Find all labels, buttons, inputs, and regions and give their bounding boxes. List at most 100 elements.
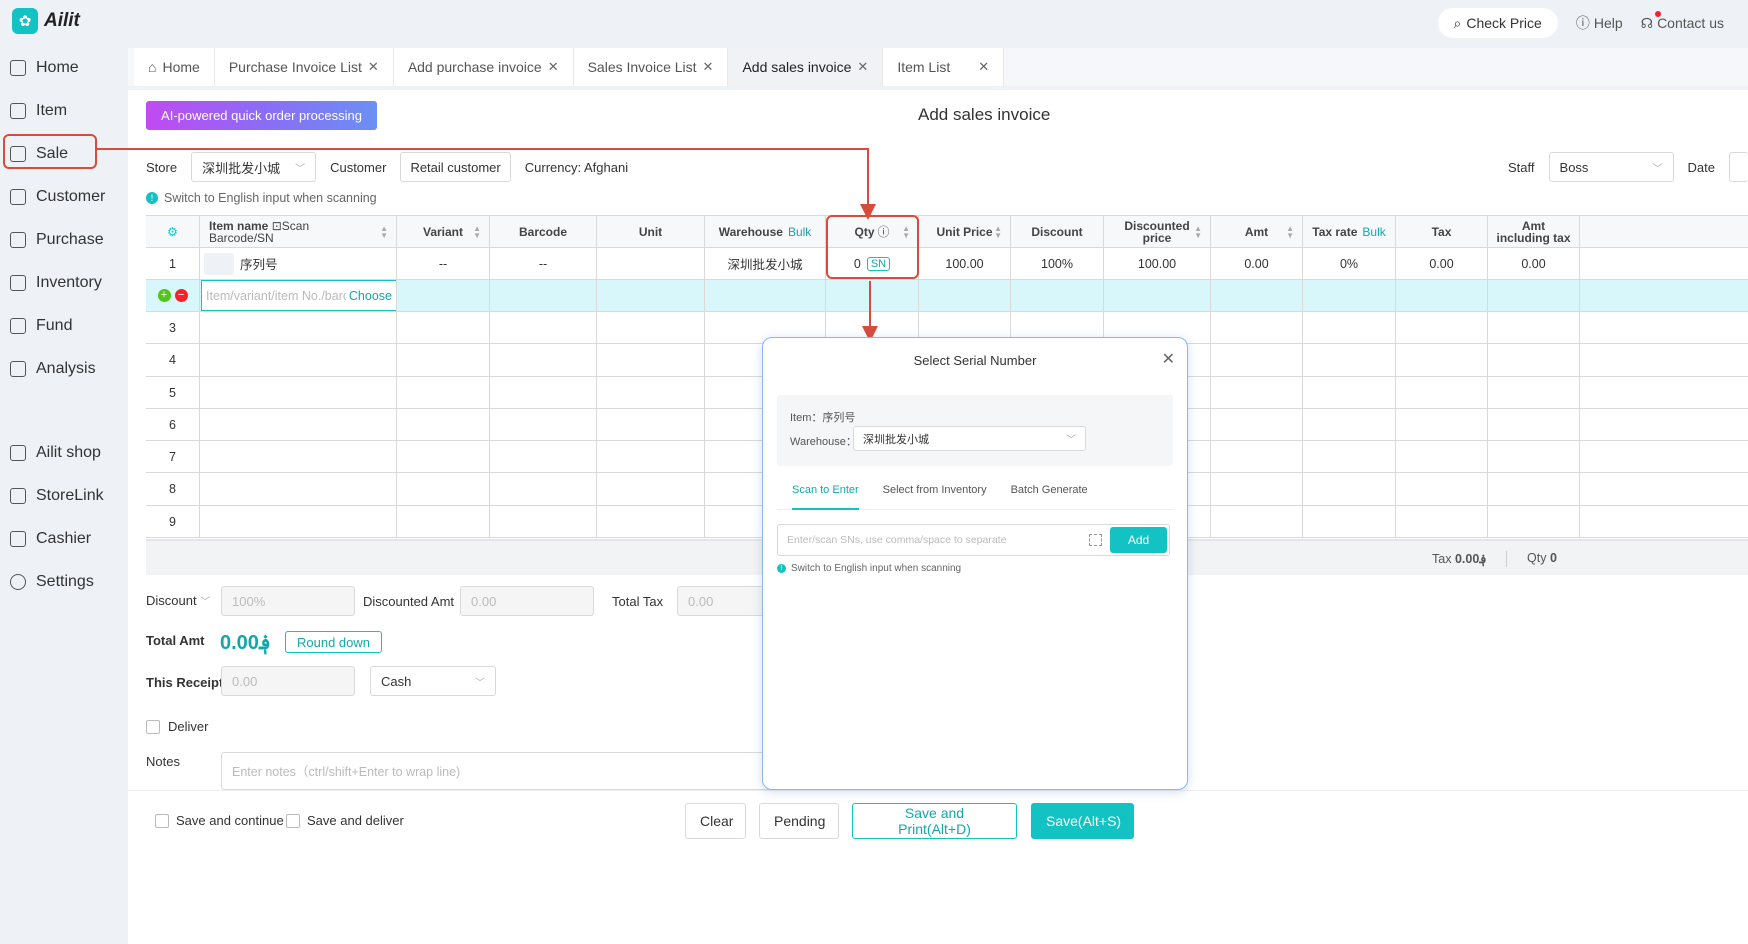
header-unit: Unit [597,216,705,247]
currency-label: Currency: Afghani [524,159,629,175]
sidebar-item-purchase[interactable]: Purchase [8,223,118,257]
sort-icon[interactable]: ▲ ▼ [994,224,1002,239]
tab-item-list[interactable]: Item List ✕ [883,48,1005,86]
clear-button[interactable]: Clear [685,803,746,839]
sidebar-item-fund[interactable]: Fund [8,309,118,343]
item-name: 序列号 [240,258,278,272]
tab-sales-invoice-list[interactable]: Sales Invoice List ✕ [574,48,729,86]
sidebar-item-label: Analysis [36,360,96,377]
sidebar-item-storelink[interactable]: StoreLink [8,479,118,513]
sort-icon[interactable]: ▲ ▼ [473,224,481,239]
cell-item-name[interactable]: 序列号 [200,248,397,279]
date-field[interactable] [1729,152,1748,182]
bulk-link[interactable]: Bulk [1362,225,1385,239]
payment-method-select[interactable]: Cash ﹀ [370,666,496,696]
tab-batch-generate[interactable]: Batch Generate [1011,484,1088,509]
cell-unit[interactable] [597,248,705,279]
cell-variant[interactable]: -- [397,248,490,279]
help-link[interactable]: ⓘ Help [1576,13,1623,33]
cell-warehouse[interactable]: 深圳批发小城 [705,248,826,279]
notes-textarea[interactable]: Enter notes（ctrl/shift+Enter to wrap lin… [221,752,781,790]
discounted-amt-input[interactable]: 0.00 [460,586,594,616]
deliver-checkbox-row[interactable]: Deliver [146,719,208,734]
close-icon[interactable]: ✕ [703,59,714,75]
header-variant[interactable]: Variant ▲ ▼ [397,216,490,247]
check-price-button[interactable]: ⌕ Check Price [1437,8,1558,38]
column-settings[interactable]: ⚙ [146,216,200,247]
cell-amt[interactable]: 0.00 [1211,248,1303,279]
cell-discounted-price[interactable]: 100.00 [1104,248,1211,279]
header-amt[interactable]: Amt ▲ ▼ [1211,216,1303,247]
add-row-icon[interactable]: + [157,289,171,302]
sidebar-item-analysis[interactable]: Analysis [8,352,118,386]
close-icon[interactable]: ✕ [548,59,559,75]
this-receipt-input[interactable]: 0.00 [221,666,355,696]
tab-home[interactable]: ⌂ Home [134,48,215,86]
discount-input[interactable]: 100% [221,586,355,616]
store-select[interactable]: 深圳批发小城 ﹀ [191,152,317,182]
cell-empty [397,280,490,311]
scan-icon[interactable] [1089,534,1102,546]
pending-button[interactable]: Pending [759,803,839,839]
sidebar-item-ailit-shop[interactable]: Ailit shop [8,436,118,470]
deliver-checkbox[interactable] [146,719,160,734]
sidebar-item-customer[interactable]: Customer [8,180,118,214]
header-discounted-price[interactable]: Discounted price ▲ ▼ [1104,216,1211,247]
cell-discount[interactable]: 100% [1011,248,1104,279]
remove-row-icon[interactable]: − [174,289,188,302]
tab-select-from-inventory[interactable]: Select from Inventory [883,484,987,509]
row-number: 4 [146,344,200,376]
header-label: Discount [1031,224,1083,239]
save-print-button[interactable]: Save and Print(Alt+D) [852,803,1017,839]
contact-link[interactable]: ☊ Contact us [1641,10,1724,32]
save-deliver-checkbox[interactable] [286,813,300,828]
sn-input[interactable]: Enter/scan SNs, use comma/space to separ… [777,524,1170,556]
sort-icon[interactable]: ▲ ▼ [1194,224,1202,239]
tab-purchase-invoice-list[interactable]: Purchase Invoice List ✕ [215,48,394,86]
save-continue-option[interactable]: Save and continue [155,813,284,828]
cell-unit-price[interactable]: 100.00 [919,248,1011,279]
summary-tax-value: 0.00؋ [1454,552,1487,566]
cell-barcode[interactable]: -- [490,248,597,279]
cell-tax: 0.00 [1396,248,1488,279]
check-price-label: Check Price [1466,15,1542,31]
close-icon[interactable]: ✕ [978,59,989,75]
save-deliver-option[interactable]: Save and deliver [286,813,404,828]
sort-icon[interactable]: ▲ ▼ [1286,224,1294,239]
sidebar-item-home[interactable]: Home [8,51,118,85]
header-sublabel: Barcode/SN [209,230,274,245]
save-continue-checkbox[interactable] [155,813,169,828]
sidebar-item-inventory[interactable]: Inventory [8,266,118,300]
sidebar-item-cashier[interactable]: Cashier [8,522,118,556]
dialog-warehouse-select[interactable]: 深圳批发小城 ﹀ [853,426,1086,451]
header-item-name[interactable]: Item name ⊡Scan Barcode/SN ▲ ▼ [200,216,397,247]
staff-select[interactable]: Boss ﹀ [1548,152,1674,182]
round-down-button[interactable]: Round down [285,631,382,653]
ai-quick-order-button[interactable]: AI-powered quick order processing [146,101,377,130]
search-icon: ⌕ [1453,14,1462,31]
discount-select[interactable]: Discount ﹀ [146,593,210,608]
header-unit-price[interactable]: Unit Price ▲ ▼ [919,216,1011,247]
header-label: Variant [422,224,464,239]
bulk-link[interactable]: Bulk [788,225,811,239]
cell-filler [1580,280,1748,311]
item-search-input[interactable]: Item/variant/item No./barcodeChoose [201,280,396,311]
app-logo[interactable]: ✿ Ailit [12,8,80,34]
sidebar-item-label: Home [36,59,79,76]
close-icon[interactable]: ✕ [368,59,379,75]
cell-tax-rate[interactable]: 0% [1303,248,1396,279]
add-sn-button[interactable]: Add [1110,527,1167,553]
tab-label: Home [162,59,200,75]
tab-add-sales-invoice[interactable]: Add sales invoice ✕ [728,48,884,86]
tab-add-purchase-invoice[interactable]: Add purchase invoice ✕ [394,48,574,86]
close-icon[interactable]: ✕ [857,59,868,75]
customer-field[interactable]: Retail customer [400,152,511,182]
close-icon[interactable]: ✕ [1162,349,1175,369]
sidebar-item-item[interactable]: Item [8,94,118,128]
save-button[interactable]: Save(Alt+S) [1031,803,1134,839]
choose-link[interactable]: Choose [349,289,392,303]
tab-scan-to-enter[interactable]: Scan to Enter [792,484,859,510]
sort-icon[interactable]: ▲ ▼ [380,224,388,239]
shop-icon [10,445,26,461]
sidebar-item-settings[interactable]: Settings [8,565,118,599]
